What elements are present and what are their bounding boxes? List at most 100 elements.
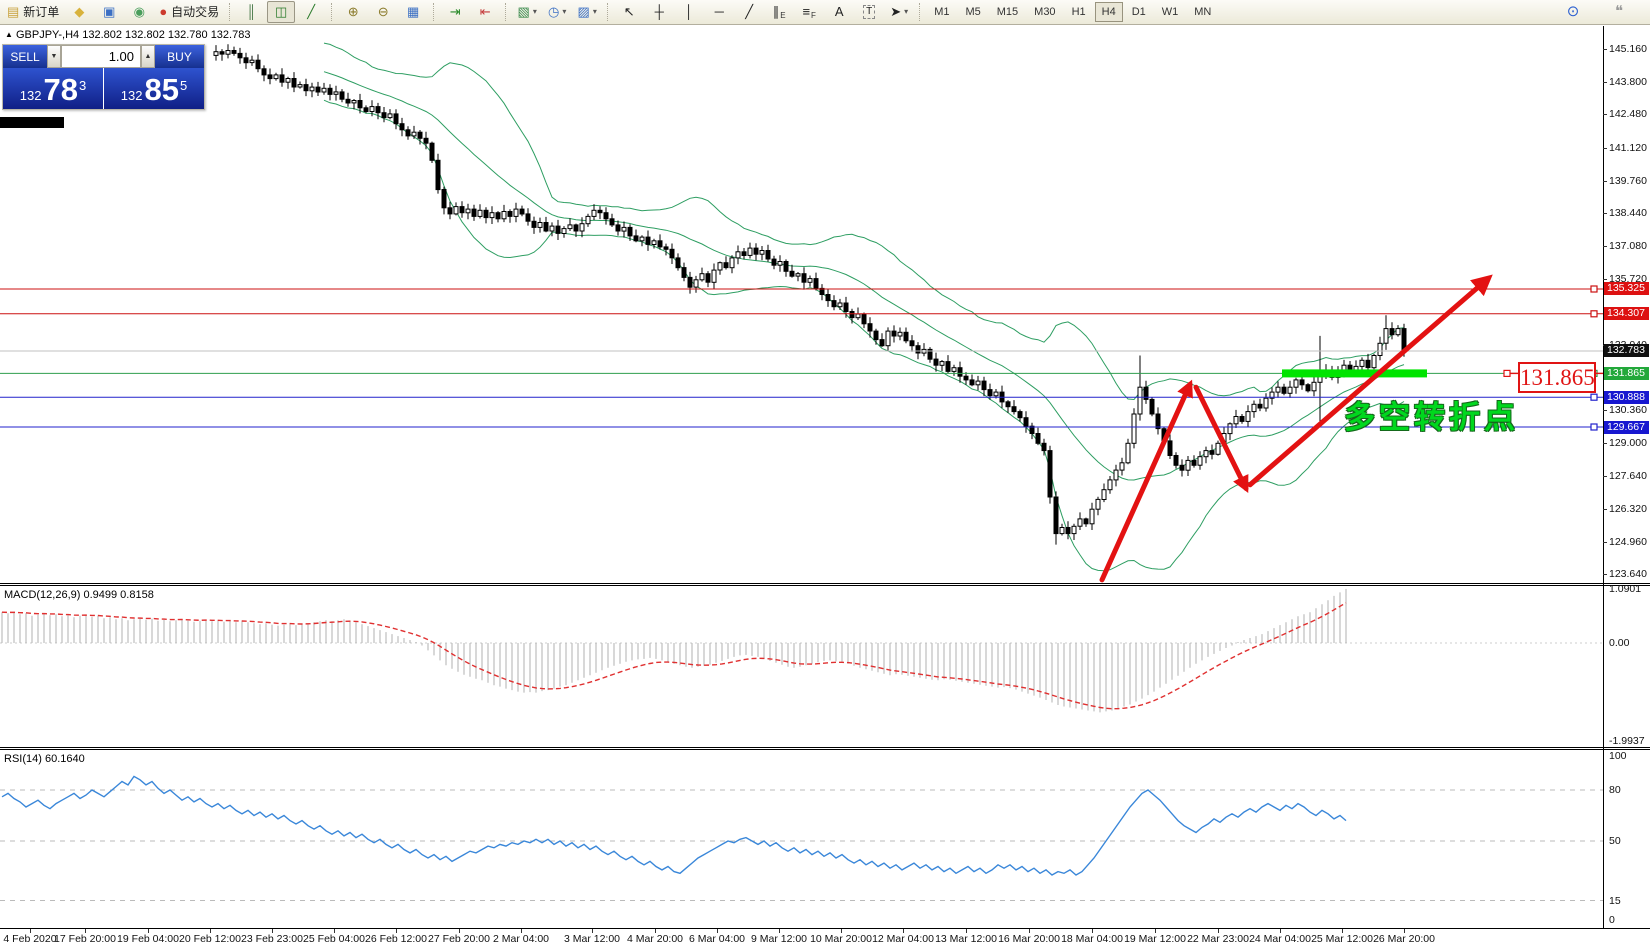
price-level-chip: 132.783 — [1604, 344, 1649, 357]
volume-decrease-button[interactable]: ▼ — [47, 45, 61, 68]
text-tool[interactable]: A — [825, 1, 853, 23]
price-axis-tick — [1603, 148, 1607, 149]
price-axis-tick — [1603, 410, 1607, 411]
buy-price-display[interactable]: 132 85 5 — [104, 68, 204, 109]
price-level-chip: 135.325 — [1604, 282, 1649, 295]
new-chart-glyph: ▧ — [518, 3, 530, 21]
pane-separator[interactable] — [0, 747, 1650, 750]
auto-scroll-icon[interactable]: ⇥ — [441, 1, 469, 23]
auto-trading-button[interactable]: ●自动交易 — [155, 1, 223, 23]
toolbar-right-icons: ⊙❝ — [1558, 1, 1634, 23]
channel-tool[interactable]: ∥E — [765, 1, 793, 23]
time-axis-tick — [966, 929, 967, 933]
chinese-annotation-text: 多空转折点 — [1344, 392, 1519, 437]
time-axis-tick — [1029, 929, 1030, 933]
time-axis-tick — [841, 929, 842, 933]
sell-price-display[interactable]: 132 78 3 — [3, 68, 103, 109]
time-axis-label: 22 Mar 23:00 — [1187, 933, 1249, 945]
market-watch-icon[interactable]: ▣ — [95, 1, 123, 23]
price-axis-label: 127.640 — [1609, 470, 1647, 482]
tile-windows-icon[interactable]: ▦ — [399, 1, 427, 23]
rsi-scale-label: 100 — [1609, 750, 1627, 762]
time-axis-tick — [459, 929, 460, 933]
macd-scale-label: 1.0901 — [1609, 583, 1641, 595]
bar-chart-icon[interactable]: ║ — [237, 1, 265, 23]
volume-input[interactable]: 1.00 — [61, 45, 141, 68]
horizontal-line-tool[interactable]: ─ — [705, 1, 733, 23]
zoom-out-icon[interactable]: ⊖ — [369, 1, 397, 23]
line-chart-icon[interactable]: ╱ — [297, 1, 325, 23]
search-icon[interactable]: ⊙ — [1559, 1, 1587, 23]
buy-price-main: 85 — [144, 75, 178, 105]
fibonacci-tool[interactable]: ≡F — [795, 1, 823, 23]
timeframe-h4[interactable]: H4 — [1095, 2, 1123, 22]
zoom-in-icon[interactable]: ⊕ — [339, 1, 367, 23]
price-axis-tick — [1603, 443, 1607, 444]
price-level-chip: 130.888 — [1604, 391, 1649, 404]
new-order-button-label: 新订单 — [23, 3, 59, 21]
cursor-tool[interactable]: ↖ — [615, 1, 643, 23]
timeframes-menu-button[interactable]: ◷▾ — [543, 1, 571, 23]
tool-sub-letter: F — [811, 7, 816, 25]
timeframe-m30[interactable]: M30 — [1027, 2, 1062, 22]
zoom-out-icon-glyph: ⊖ — [378, 3, 389, 21]
templates-button[interactable]: ▨▾ — [573, 1, 601, 23]
time-axis-tick — [717, 929, 718, 933]
vertical-line-tool[interactable]: │ — [675, 1, 703, 23]
toolbar-separator — [919, 3, 921, 21]
timeframe-mn[interactable]: MN — [1187, 2, 1218, 22]
time-axis-tick — [396, 929, 397, 933]
price-axis-tick — [1603, 345, 1607, 346]
time-axis-tick — [1280, 929, 1281, 933]
timeframe-m5[interactable]: M5 — [958, 2, 987, 22]
one-click-trade-panel: SELL ▼ 1.00 ▲ BUY 132 78 3 132 85 5 — [2, 44, 205, 110]
macd-label: MACD(12,26,9) 0.9499 0.8158 — [4, 589, 154, 601]
candlestick-chart-icon[interactable]: ◫ — [267, 1, 295, 23]
arrows-tool[interactable]: ➤▾ — [885, 1, 913, 23]
buy-button[interactable]: BUY — [155, 45, 204, 68]
symbol-ohlc: 132.802 132.802 132.780 132.783 — [82, 29, 250, 41]
dropdown-caret-icon: ▾ — [562, 3, 566, 21]
crosshair-tool[interactable]: ┼ — [645, 1, 673, 23]
sell-button[interactable]: SELL — [3, 45, 47, 68]
price-axis-label: 135.720 — [1609, 273, 1647, 285]
time-axis-tick — [1342, 929, 1343, 933]
chart-shift-icon[interactable]: ⇤ — [471, 1, 499, 23]
chart-window-icon[interactable]: ◆ — [65, 1, 93, 23]
candlestick-chart-icon-glyph: ◫ — [275, 3, 287, 21]
time-axis-label: 2 Mar 04:00 — [493, 933, 549, 945]
price-axis-tick — [1603, 574, 1607, 575]
timeframe-m15[interactable]: M15 — [990, 2, 1025, 22]
price-axis-label: 139.760 — [1609, 175, 1647, 187]
trendline-tool[interactable]: ╱ — [735, 1, 763, 23]
timeframe-m1[interactable]: M1 — [927, 2, 956, 22]
arrows-glyph: ➤ — [890, 3, 901, 21]
timeframe-h1[interactable]: H1 — [1065, 2, 1093, 22]
price-axis-tick — [1603, 49, 1607, 50]
new-order-button[interactable]: ▤新订单 — [3, 1, 63, 23]
rsi-scale-label: 0 — [1609, 914, 1615, 926]
time-axis-label: 4 Mar 20:00 — [627, 933, 683, 945]
chat-icon[interactable]: ❝ — [1605, 1, 1633, 23]
dropdown-caret-icon: ▾ — [593, 3, 597, 21]
price-axis-tick — [1603, 542, 1607, 543]
pane-separator[interactable] — [0, 583, 1650, 586]
new-chart-button[interactable]: ▧▾ — [513, 1, 541, 23]
symbol-name: GBPJPY-,H4 — [16, 29, 79, 41]
text-label-tool[interactable]: T — [855, 1, 883, 23]
price-axis-label: 124.960 — [1609, 536, 1647, 548]
timeframe-d1[interactable]: D1 — [1125, 2, 1153, 22]
signals-icon[interactable]: ◉ — [125, 1, 153, 23]
main-toolbar: ▤新订单◆▣◉●自动交易║◫╱⊕⊖▦⇥⇤▧▾◷▾▨▾↖┼│─╱∥E≡FAT➤▾M… — [0, 0, 1650, 25]
time-axis-tick — [30, 929, 31, 933]
auto-trading-button-label: 自动交易 — [171, 3, 219, 21]
new-order-glyph: ▤ — [7, 3, 19, 21]
time-axis-label: 25 Mar 12:00 — [1311, 933, 1373, 945]
chart-shift-icon-glyph: ⇤ — [480, 3, 491, 21]
time-axis-label: 27 Feb 20:00 — [428, 933, 490, 945]
timeframe-w1[interactable]: W1 — [1155, 2, 1186, 22]
chart-canvas[interactable] — [0, 0, 1650, 947]
time-axis-label: 18 Mar 04:00 — [1061, 933, 1123, 945]
volume-increase-button[interactable]: ▲ — [141, 45, 155, 68]
auto-scroll-icon-glyph: ⇥ — [450, 3, 461, 21]
